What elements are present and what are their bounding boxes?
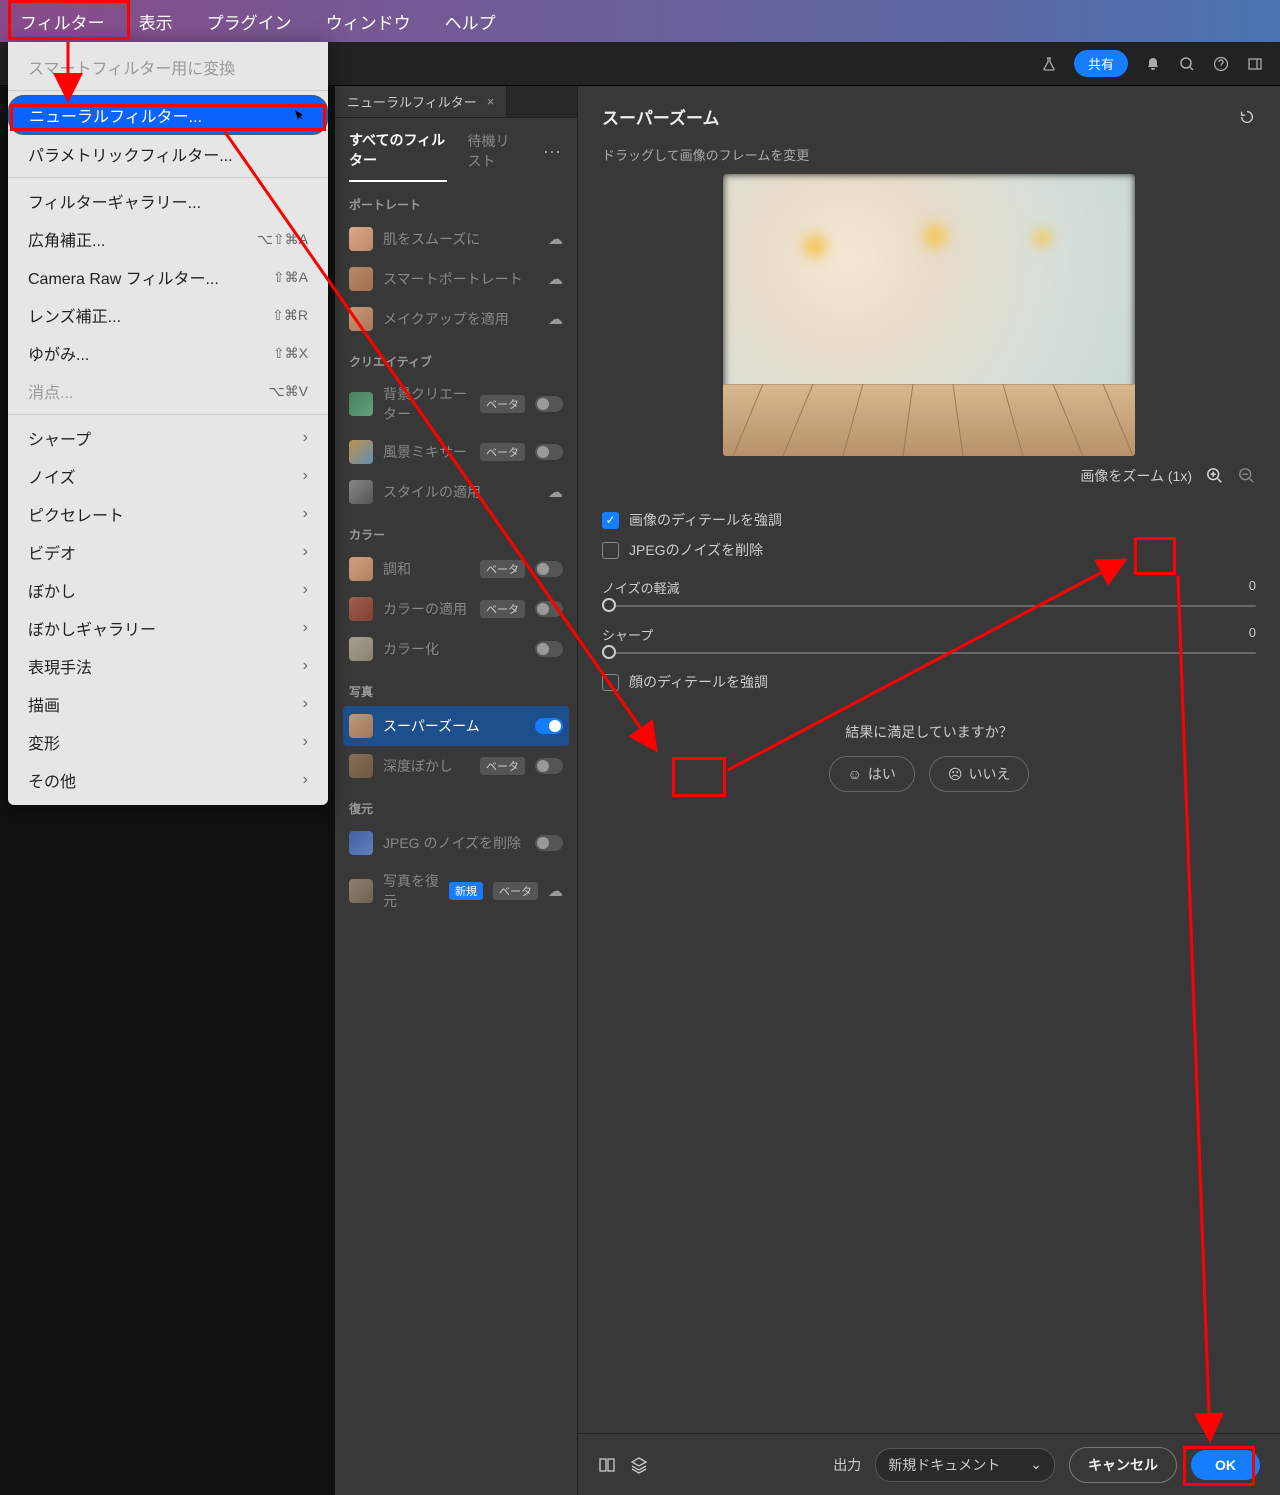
menubar: フィルター 表示 プラグイン ウィンドウ ヘルプ — [0, 0, 1280, 42]
close-icon[interactable]: × — [487, 94, 495, 109]
slider-noise[interactable] — [602, 605, 1256, 607]
toggle[interactable] — [535, 758, 563, 774]
menu-noise[interactable]: ノイズ› — [8, 457, 328, 495]
toggle[interactable] — [535, 718, 563, 734]
checkbox-enhance-detail[interactable]: ✓画像のディテールを強調 — [602, 510, 1256, 530]
toggle[interactable] — [535, 641, 563, 657]
menu-wide-angle[interactable]: 広角補正...⌥⇧⌘A — [8, 220, 328, 258]
cloud-icon: ☁ — [548, 882, 563, 900]
menu-sharpen[interactable]: シャープ› — [8, 419, 328, 457]
menu-blur-gallery[interactable]: ぼかしギャラリー› — [8, 609, 328, 647]
filter-list-panel: ニューラルフィルター× すべてのフィルター 待機リスト ⋯ ポートレート 肌をス… — [335, 86, 578, 1495]
more-icon[interactable]: ⋯ — [543, 142, 563, 171]
toggle[interactable] — [535, 444, 563, 460]
menu-distort[interactable]: 変形› — [8, 723, 328, 761]
footer: 出力 新規ドキュメント⌄ キャンセル OK — [578, 1433, 1280, 1495]
ok-button[interactable]: OK — [1191, 1450, 1260, 1480]
slider-noise-label: ノイズの軽減 — [602, 578, 680, 597]
feedback-question: 結果に満足していますか？ — [602, 722, 1256, 742]
filter-settings-panel: スーパーズーム ドラッグして画像のフレームを変更 画像をズーム (1x) ✓画像… — [578, 86, 1280, 1495]
menu-plugin[interactable]: プラグイン — [207, 9, 292, 34]
feedback-no-button[interactable]: ☹いいえ — [929, 756, 1030, 792]
filter-skin-smooth[interactable]: 肌をスムーズに☁ — [343, 219, 569, 259]
slider-sharp-label: シャープ — [602, 625, 653, 644]
toggle[interactable] — [535, 601, 563, 617]
cloud-icon: ☁ — [548, 483, 563, 501]
filter-dropdown-menu: スマートフィルター用に変換 ニューラルフィルター... パラメトリックフィルター… — [8, 42, 328, 805]
panel-icon[interactable] — [1246, 55, 1264, 73]
compare-icon[interactable] — [598, 1456, 616, 1474]
help-icon[interactable] — [1212, 55, 1230, 73]
zoom-out-icon[interactable] — [1238, 467, 1256, 485]
tab-waitlist[interactable]: 待機リスト — [467, 131, 523, 181]
menu-filter-gallery[interactable]: フィルターギャラリー... — [8, 182, 328, 220]
filter-jpeg-artifact[interactable]: JPEG のノイズを削除 — [343, 823, 569, 863]
share-button[interactable]: 共有 — [1074, 50, 1128, 77]
cloud-icon: ☁ — [548, 310, 563, 328]
smile-icon: ☺ — [848, 766, 862, 782]
output-label: 出力 — [833, 1455, 861, 1475]
panel-title: スーパーズーム — [602, 104, 719, 129]
cloud-icon: ☁ — [548, 230, 563, 248]
checkbox-face-detail[interactable]: 顔のディテールを強調 — [602, 672, 1256, 692]
menu-pixelate[interactable]: ピクセレート› — [8, 495, 328, 533]
filter-photo-restore[interactable]: 写真を復元新規ベータ☁ — [343, 863, 569, 919]
filter-color-apply[interactable]: カラーの適用ベータ — [343, 589, 569, 629]
filter-style-transfer[interactable]: スタイルの適用☁ — [343, 472, 569, 512]
menu-window[interactable]: ウィンドウ — [326, 9, 411, 34]
filter-super-zoom[interactable]: スーパーズーム — [343, 706, 569, 746]
slider-sharp-value: 0 — [1249, 625, 1256, 644]
menu-blur[interactable]: ぼかし› — [8, 571, 328, 609]
section-restore: 復元 — [335, 786, 577, 823]
cloud-icon: ☁ — [548, 270, 563, 288]
menu-vanishing-point: 消点...⌥⌘V — [8, 372, 328, 410]
slider-sharp[interactable] — [602, 652, 1256, 654]
menu-neural-filters[interactable]: ニューラルフィルター... — [8, 95, 328, 135]
menu-help[interactable]: ヘルプ — [445, 9, 496, 34]
feedback-yes-button[interactable]: ☺はい — [829, 756, 915, 792]
filter-colorize[interactable]: カラー化 — [343, 629, 569, 669]
cancel-button[interactable]: キャンセル — [1069, 1447, 1177, 1483]
bell-icon[interactable] — [1144, 55, 1162, 73]
menu-convert-smart: スマートフィルター用に変換 — [8, 48, 328, 86]
section-color: カラー — [335, 512, 577, 549]
slider-noise-value: 0 — [1249, 578, 1256, 597]
filter-depth-blur[interactable]: 深度ぼかしベータ — [343, 746, 569, 786]
menu-view[interactable]: 表示 — [139, 9, 173, 34]
filter-smart-portrait[interactable]: スマートポートレート☁ — [343, 259, 569, 299]
filter-makeup[interactable]: メイクアップを適用☁ — [343, 299, 569, 339]
menu-parametric[interactable]: パラメトリックフィルター... — [8, 135, 328, 173]
output-select[interactable]: 新規ドキュメント⌄ — [875, 1448, 1055, 1482]
section-photo: 写真 — [335, 669, 577, 706]
menu-sketch[interactable]: 描画› — [8, 685, 328, 723]
section-creative: クリエイティブ — [335, 339, 577, 376]
chevron-down-icon: ⌄ — [1030, 1456, 1042, 1473]
menu-stylize[interactable]: 表現手法› — [8, 647, 328, 685]
panel-tab[interactable]: ニューラルフィルター× — [335, 86, 507, 117]
filter-landscape-mixer[interactable]: 風景ミキサーベータ — [343, 432, 569, 472]
menu-lens-correction[interactable]: レンズ補正...⇧⌘R — [8, 296, 328, 334]
filter-bg-creator[interactable]: 背景クリエーターベータ — [343, 376, 569, 432]
filter-harmony[interactable]: 調和ベータ — [343, 549, 569, 589]
checkbox-jpeg-remove[interactable]: JPEGのノイズを削除 — [602, 540, 1256, 560]
toggle[interactable] — [535, 396, 563, 412]
menu-liquify[interactable]: ゆがみ...⇧⌘X — [8, 334, 328, 372]
flask-icon[interactable] — [1040, 55, 1058, 73]
menu-other[interactable]: その他› — [8, 761, 328, 799]
drag-hint: ドラッグして画像のフレームを変更 — [602, 145, 1256, 164]
tab-all-filters[interactable]: すべてのフィルター — [349, 130, 447, 182]
preview-image[interactable] — [723, 174, 1135, 456]
reset-icon[interactable] — [1238, 108, 1256, 126]
toggle[interactable] — [535, 835, 563, 851]
zoom-in-icon[interactable] — [1206, 467, 1224, 485]
toggle[interactable] — [535, 561, 563, 577]
menu-filter[interactable]: フィルター — [20, 9, 105, 34]
menu-camera-raw[interactable]: Camera Raw フィルター...⇧⌘A — [8, 258, 328, 296]
menu-video[interactable]: ビデオ› — [8, 533, 328, 571]
layers-icon[interactable] — [630, 1456, 648, 1474]
frown-icon: ☹ — [948, 766, 963, 783]
section-portrait: ポートレート — [335, 182, 577, 219]
search-icon[interactable] — [1178, 55, 1196, 73]
zoom-label: 画像をズーム (1x) — [1080, 466, 1192, 486]
